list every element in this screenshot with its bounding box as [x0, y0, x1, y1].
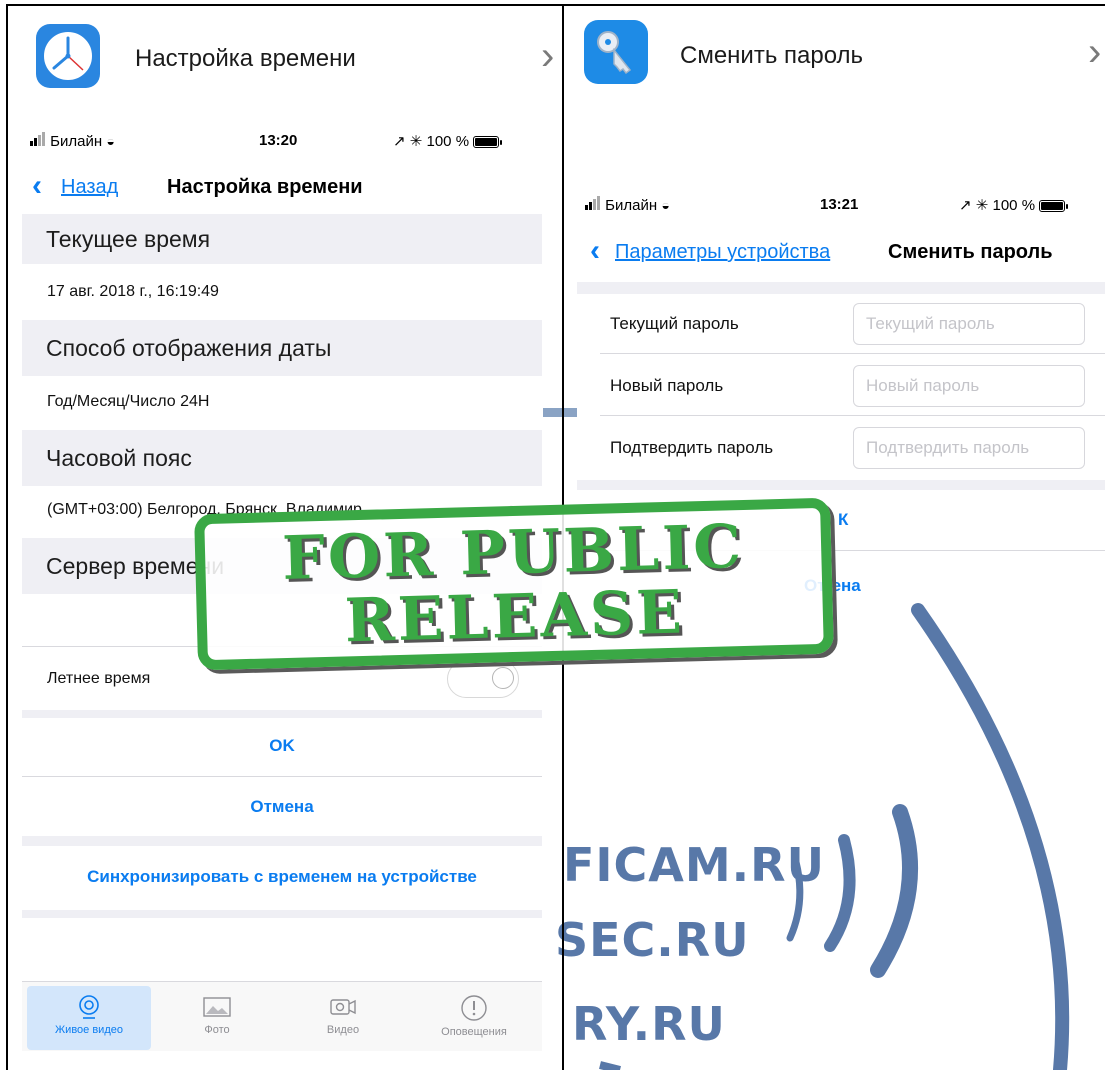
- right-cancel-right: ена: [831, 576, 861, 595]
- watermark-text-2: SEC.RU: [555, 913, 750, 967]
- bluetooth-icon: ✳: [975, 197, 989, 214]
- left-back-chevron-icon[interactable]: ‹: [32, 171, 42, 201]
- tab-alerts[interactable]: Оповещения: [412, 986, 536, 1050]
- date-format-value[interactable]: Год/Месяц/Число 24Н: [47, 393, 209, 411]
- watermark-bar: [543, 408, 577, 417]
- gray-band-2: [22, 836, 542, 846]
- carrier-label: Билайн: [605, 197, 658, 214]
- signal-strength-icon: [585, 196, 601, 214]
- confirm-password-input[interactable]: [853, 427, 1085, 469]
- status-time: 13:20: [259, 132, 298, 149]
- right-back-chevron-icon[interactable]: ‹: [590, 236, 600, 266]
- right-top-band: [577, 282, 1105, 294]
- section-date-format: Способ отображения даты: [22, 320, 542, 376]
- current-password-label: Текущий пароль: [610, 314, 739, 333]
- new-password-label: Новый пароль: [610, 376, 724, 395]
- signal-strength-icon: [30, 132, 46, 150]
- right-header-chevron-icon[interactable]: ›: [1088, 32, 1101, 72]
- tab-video-label: Видео: [326, 1024, 360, 1036]
- left-header-title: Настройка времени: [135, 45, 356, 72]
- form-separator-2: [600, 415, 1105, 416]
- photo-icon: [203, 997, 231, 1017]
- section-timezone: Часовой пояс: [22, 430, 542, 486]
- tab-alerts-label: Оповещения: [441, 1026, 507, 1038]
- gray-band-3: [22, 910, 542, 918]
- battery-percent: 100 %: [992, 197, 1036, 214]
- gray-band-1: [22, 710, 542, 718]
- confirm-password-label: Подтвердить пароль: [610, 438, 774, 457]
- watermark-text-1: FICAM.RU: [563, 838, 825, 892]
- current-time-value: 17 авг. 2018 г., 16:19:49: [47, 283, 219, 300]
- section-current-time: Текущее время: [22, 214, 542, 264]
- status-time: 13:21: [820, 196, 859, 213]
- new-password-input[interactable]: [853, 365, 1085, 407]
- right-form-band: [577, 480, 1105, 490]
- dst-toggle[interactable]: [447, 660, 519, 698]
- ok-separator: [22, 776, 542, 777]
- tab-video[interactable]: Видео: [281, 986, 405, 1050]
- left-header-chevron-icon[interactable]: ›: [541, 36, 554, 76]
- wifi-icon: ◒: [106, 133, 115, 149]
- location-icon: ↗: [393, 133, 406, 150]
- right-header-title: Сменить пароль: [680, 42, 864, 69]
- toggle-knob: [492, 667, 514, 689]
- clock-icon[interactable]: [36, 24, 100, 88]
- location-icon: ↗: [959, 197, 972, 214]
- dst-label: Летнее время: [47, 670, 151, 687]
- form-separator-1: [600, 353, 1105, 354]
- right-back-link[interactable]: Параметры устройства: [615, 241, 830, 264]
- left-back-link[interactable]: Назад: [61, 176, 118, 199]
- current-password-input[interactable]: [853, 303, 1085, 345]
- right-nav-title: Сменить пароль: [888, 241, 1053, 263]
- tab-photo-label: Фото: [204, 1024, 230, 1036]
- public-release-stamp: FOR PUBLIC RELEASE: [194, 497, 834, 671]
- left-ok-button[interactable]: OK: [22, 736, 542, 756]
- carrier-label: Билайн: [50, 133, 103, 150]
- key-icon[interactable]: [584, 20, 648, 84]
- left-status-bar: Билайн ◒ 13:20 ↗ ✳ 100 %: [30, 132, 545, 154]
- tab-live-video[interactable]: Живое видео: [27, 986, 151, 1050]
- alert-icon: [461, 995, 487, 1021]
- right-status-bar: Билайн ◒ 13:21 ↗ ✳ 100 %: [585, 196, 1100, 218]
- sync-time-button[interactable]: Синхронизировать с временем на устройств…: [22, 867, 542, 887]
- wifi-icon: ◒: [661, 197, 670, 213]
- battery-percent: 100 %: [426, 133, 470, 150]
- battery-icon: [473, 136, 503, 149]
- battery-icon: [1039, 200, 1069, 213]
- live-video-icon: [79, 995, 99, 1019]
- status-right: ↗ ✳ 100 %: [959, 196, 1069, 214]
- right-ok-button[interactable]: К: [838, 510, 848, 530]
- watermark-text-3: RY.RU: [572, 997, 726, 1051]
- tab-live-video-label: Живое видео: [55, 1024, 123, 1036]
- status-right: ↗ ✳ 100 %: [393, 132, 503, 150]
- bluetooth-icon: ✳: [409, 133, 423, 150]
- left-nav-title: Настройка времени: [167, 176, 363, 198]
- tab-photo[interactable]: Фото: [155, 986, 279, 1050]
- video-camera-icon: [330, 999, 356, 1015]
- left-cancel-button[interactable]: Отмена: [22, 797, 542, 817]
